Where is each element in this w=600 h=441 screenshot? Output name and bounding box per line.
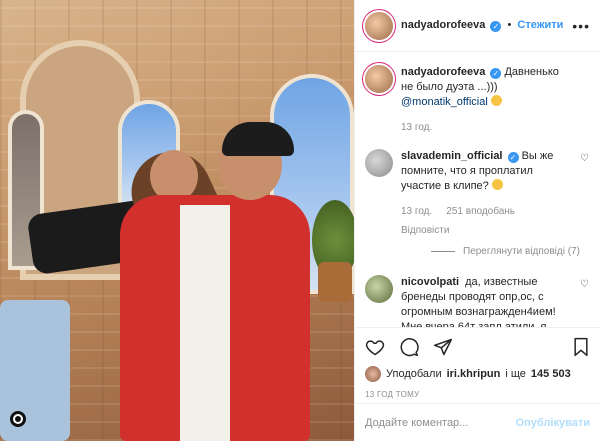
commenter-avatar[interactable] bbox=[365, 275, 393, 303]
plant-pot bbox=[318, 262, 352, 302]
comment-input[interactable] bbox=[365, 416, 516, 429]
verified-badge-icon: ✓ bbox=[490, 21, 502, 32]
view-replies-label[interactable]: Переглянути відповіді (7) bbox=[463, 246, 580, 257]
author-username[interactable]: nadyadorofeeva bbox=[401, 19, 485, 31]
comment-bubble-icon[interactable] bbox=[399, 337, 419, 357]
more-options-icon[interactable]: ••• bbox=[572, 18, 590, 34]
black-cap bbox=[222, 122, 294, 156]
comments-list[interactable]: nadyadorofeeva ✓ Давненько не было дуэта … bbox=[355, 53, 600, 327]
post-side-panel: nadyadorofeeva ✓ • Стежити ••• nadyadoro… bbox=[354, 0, 600, 441]
view-replies-toggle[interactable]: Переглянути відповіді (7) bbox=[431, 246, 590, 257]
like-comment-heart-icon[interactable]: ♡ bbox=[580, 279, 590, 290]
post-photo[interactable] bbox=[0, 0, 354, 441]
follow-button[interactable]: Стежити bbox=[517, 19, 563, 31]
reply-button[interactable]: Відповісти bbox=[401, 223, 568, 238]
likes-middle: і ще bbox=[505, 368, 526, 380]
add-comment-bar: Опублікувати bbox=[355, 403, 600, 441]
grinning-emoji-icon bbox=[491, 179, 503, 190]
smile-emoji-icon bbox=[490, 95, 502, 106]
caption-username[interactable]: nadyadorofeeva bbox=[401, 66, 485, 78]
caption-avatar[interactable] bbox=[365, 65, 393, 93]
commenter-username[interactable]: slavademin_official bbox=[401, 150, 503, 162]
save-bookmark-icon[interactable] bbox=[572, 337, 590, 357]
header-separator: • bbox=[507, 19, 512, 31]
post-comment-button[interactable]: Опублікувати bbox=[516, 417, 590, 429]
commenter-avatar[interactable] bbox=[365, 149, 393, 177]
caption-time[interactable]: 13 год. bbox=[401, 120, 432, 135]
post-timestamp[interactable]: 13 ГОД ТОМУ bbox=[365, 390, 590, 399]
comment-item: nicovolpati да, известные бренеды провод… bbox=[365, 275, 590, 327]
comment-time[interactable]: 13 год. bbox=[401, 204, 432, 219]
post-header: nadyadorofeeva ✓ • Стежити ••• bbox=[355, 0, 600, 52]
like-heart-icon[interactable] bbox=[365, 337, 385, 357]
commenter-username[interactable]: nicovolpati bbox=[401, 276, 459, 288]
comment-likes-count[interactable]: 251 вподобань bbox=[446, 204, 515, 219]
author-avatar[interactable] bbox=[365, 11, 393, 40]
liker-avatar[interactable] bbox=[365, 366, 381, 382]
like-comment-heart-icon[interactable]: ♡ bbox=[580, 153, 590, 164]
likes-summary: Уподобали iri.khripun і ще 145 503 bbox=[365, 366, 590, 382]
liker-username[interactable]: iri.khripun bbox=[447, 368, 501, 380]
verified-badge-icon: ✓ bbox=[490, 68, 502, 79]
caption: nadyadorofeeva ✓ Давненько не было дуэта … bbox=[365, 65, 590, 135]
caption-mention-link[interactable]: @monatik_official bbox=[401, 96, 488, 108]
replies-divider-line bbox=[431, 251, 455, 252]
comment-item: slavademin_official ✓ Вы же помните, что … bbox=[365, 149, 590, 238]
white-tee bbox=[180, 205, 230, 441]
likes-count[interactable]: 145 503 bbox=[531, 368, 571, 380]
post-actions: Уподобали iri.khripun і ще 145 503 13 ГО… bbox=[355, 327, 600, 399]
verified-badge-icon: ✓ bbox=[507, 152, 519, 163]
likes-prefix: Уподобали bbox=[386, 368, 442, 380]
share-plane-icon[interactable] bbox=[433, 337, 453, 357]
instagram-glyph-icon[interactable] bbox=[10, 411, 26, 427]
